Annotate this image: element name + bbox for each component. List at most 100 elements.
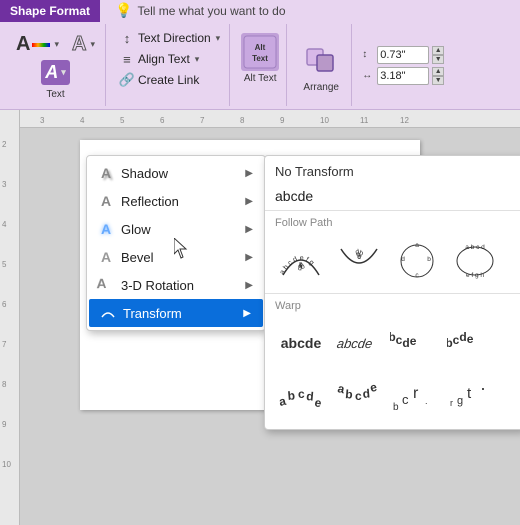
alt-text-group: Alt Text Alt Text xyxy=(234,24,287,106)
ruler-v-tick: 8 xyxy=(2,380,6,389)
width-input[interactable] xyxy=(377,46,429,64)
menu-item-reflection[interactable]: A Reflection ▶ xyxy=(87,187,265,215)
warp-grid-row1: abcde abcde abcde xyxy=(265,314,520,370)
transform-arc-up[interactable]: a b c d e f g a b c d e xyxy=(275,235,327,287)
text-fill-group: A ▾ A ▾ A ▾ Text xyxy=(6,24,106,106)
warp-section: Warp xyxy=(265,296,520,314)
text-direction-label: Text Direction xyxy=(138,31,211,45)
ruler-v-tick: 10 xyxy=(2,460,11,469)
text-direction-icon: ↕ xyxy=(119,30,135,46)
height-input[interactable] xyxy=(377,67,429,85)
svg-text:Text: Text xyxy=(252,54,268,63)
svg-text:.: . xyxy=(425,396,428,406)
ruler-tick: 8 xyxy=(240,116,244,125)
menu-item-shadow[interactable]: A Shadow ▶ xyxy=(87,159,265,187)
svg-text:c: c xyxy=(298,387,305,401)
abcde-plain-item[interactable]: abcde xyxy=(265,184,520,208)
warp-item-rgt[interactable]: r g t · xyxy=(446,374,498,422)
transform-circle[interactable]: a b c d xyxy=(391,235,443,287)
warp-item-straight[interactable]: abcde xyxy=(275,318,327,366)
width-down-arrow[interactable]: ▼ xyxy=(432,55,444,64)
dimension-group: ↕ ▲ ▼ ↔ ▲ ▼ xyxy=(356,24,450,106)
shadow-label: Shadow xyxy=(121,166,168,181)
svg-text:e: e xyxy=(313,395,323,410)
transform-label: Transform xyxy=(123,306,182,321)
glow-item-left: A Glow xyxy=(97,220,151,238)
follow-path-grid: a b c d e f g a b c d e a b xyxy=(265,231,520,291)
ruler-v-tick: 3 xyxy=(2,180,6,189)
alt-text-icon: Alt Text xyxy=(241,33,279,71)
glow-label: Glow xyxy=(121,222,151,237)
svg-text:a b c d e f g: a b c d e f g xyxy=(279,255,315,276)
abcde-plain-label: abcde xyxy=(275,188,313,204)
bevel-label: Bevel xyxy=(121,250,154,265)
text-options-row: ↕ Text Direction ▾ ≡ Align Text ▾ 🔗 Crea… xyxy=(114,28,225,90)
glow-chevron: ▶ xyxy=(245,224,253,235)
svg-text:a b c d: a b c d xyxy=(465,244,485,251)
warp-item-arc-down2[interactable]: a b c d e xyxy=(332,374,384,422)
text-effects-button[interactable]: A ▾ xyxy=(41,60,70,85)
ruler-tick: 3 xyxy=(40,116,44,125)
transform-loop[interactable]: a b c d e f g h xyxy=(449,235,501,287)
width-up-arrow[interactable]: ▲ xyxy=(432,46,444,55)
shadow-chevron: ▶ xyxy=(245,168,253,179)
svg-text:b: b xyxy=(427,256,431,263)
text-fill-button[interactable]: A ▾ xyxy=(12,31,63,58)
transform-arc-down[interactable]: a b c d e xyxy=(333,235,385,287)
ruler-vertical: 2 3 4 5 6 7 8 9 10 xyxy=(0,110,20,525)
warp-item-squeeze[interactable]: b c r . xyxy=(389,374,441,422)
no-transform-label: No Transform xyxy=(275,164,354,179)
height-up-arrow[interactable]: ▲ xyxy=(432,67,444,76)
ruler-tick: 9 xyxy=(280,116,284,125)
transform-icon xyxy=(99,304,117,322)
tell-me-bar[interactable]: 💡 Tell me what you want to do xyxy=(115,2,286,19)
reflection-chevron: ▶ xyxy=(245,196,253,207)
3d-rotation-item-left: A 3-D Rotation xyxy=(97,276,194,294)
height-row: ↔ ▲ ▼ xyxy=(362,67,444,85)
transform-item-left: Transform xyxy=(99,304,182,322)
svg-text:abcde: abcde xyxy=(447,330,474,350)
bevel-icon: A xyxy=(97,248,115,266)
arrange-label: Arrange xyxy=(303,82,339,93)
arrange-button[interactable]: Arrange xyxy=(297,36,345,94)
warp-item-wave-bottom[interactable]: abcde xyxy=(446,318,498,366)
create-link-button[interactable]: 🔗 Create Link xyxy=(114,70,225,90)
ruler-v-tick: 5 xyxy=(2,260,6,269)
text-fill-row: A ▾ A ▾ xyxy=(12,31,99,58)
svg-text:·: · xyxy=(480,378,486,398)
ruler-tick: 5 xyxy=(120,116,124,125)
height-down-arrow[interactable]: ▼ xyxy=(432,76,444,85)
ruler-v-tick: 7 xyxy=(2,340,6,349)
text-outline-button[interactable]: A ▾ xyxy=(68,31,99,58)
ribbon: Shape Format 💡 Tell me what you want to … xyxy=(0,0,520,110)
no-transform-item[interactable]: No Transform xyxy=(265,159,520,184)
lightbulb-icon: 💡 xyxy=(115,2,132,19)
svg-text:b: b xyxy=(287,388,296,403)
text-direction-caret: ▾ xyxy=(216,33,221,44)
warp-item-slant[interactable]: abcde xyxy=(332,318,384,366)
ruler-tick: 10 xyxy=(320,116,329,125)
menu-item-glow[interactable]: A Glow ▶ xyxy=(87,215,265,243)
follow-path-section: Follow Path xyxy=(265,213,520,231)
shadow-item-left: A Shadow xyxy=(97,164,168,182)
menu-item-3d-rotation[interactable]: A 3-D Rotation ▶ xyxy=(87,271,265,299)
menu-item-bevel[interactable]: A Bevel ▶ xyxy=(87,243,265,271)
alt-text-button[interactable]: Alt Text Alt Text xyxy=(238,28,282,86)
shape-format-tab[interactable]: Shape Format xyxy=(0,0,100,22)
align-text-button[interactable]: ≡ Align Text ▾ xyxy=(114,49,225,69)
svg-text:t: t xyxy=(467,385,472,402)
svg-text:a: a xyxy=(415,242,419,249)
text-outline-a: A xyxy=(72,33,86,56)
align-text-icon: ≡ xyxy=(119,51,135,67)
menu-item-transform[interactable]: Transform ▶ xyxy=(89,299,263,327)
arrange-icon xyxy=(303,41,339,80)
text-direction-button[interactable]: ↕ Text Direction ▾ xyxy=(114,28,225,48)
warp-item-arc2[interactable]: a b c d e xyxy=(275,374,327,422)
reflection-item-left: A Reflection xyxy=(97,192,179,210)
svg-text:d: d xyxy=(401,256,405,263)
svg-text:r: r xyxy=(413,385,419,402)
text-fill-caret: ▾ xyxy=(54,39,59,50)
text-outline-caret: ▾ xyxy=(90,39,95,50)
warp-item-wave-top[interactable]: abcde xyxy=(389,318,441,366)
align-text-caret: ▾ xyxy=(195,54,200,65)
